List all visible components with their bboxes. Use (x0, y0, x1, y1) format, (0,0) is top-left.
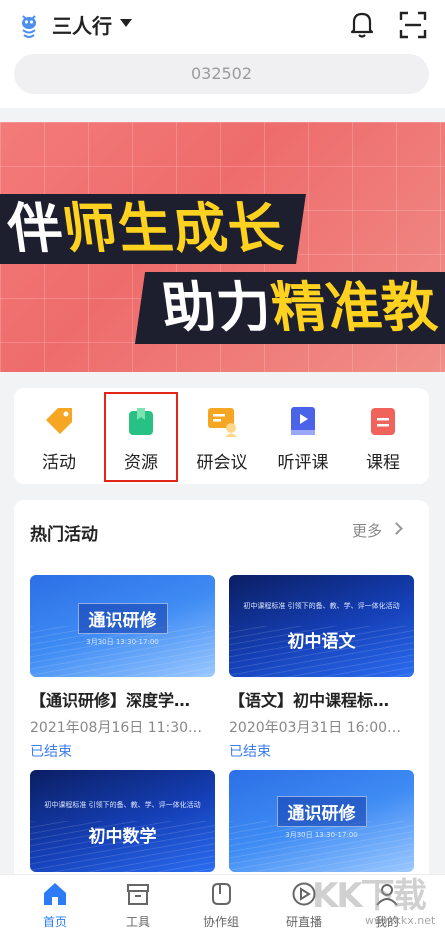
activity-card[interactable]: 初中课程标准 引领下的备、教、学、评一体化活动 初中语文 【语文】初中课程标… … (229, 575, 414, 761)
func-resource[interactable]: 资源 (104, 392, 178, 482)
more-link[interactable]: 更多 (352, 520, 382, 541)
activity-card[interactable]: 初中课程标准 引领下的备、教、学、评一体化活动 初中数学 (30, 770, 215, 872)
promo-banner[interactable]: 伴师生成长 助力精准教 (0, 122, 445, 372)
slogan-part: 师生成长 (58, 197, 288, 260)
status-badge: 已结束 (229, 744, 271, 760)
play-book-icon (291, 407, 315, 435)
card-thumbnail: 初中课程标准 引领下的备、教、学、评一体化活动 初中数学 (30, 770, 215, 872)
thumb-title: 通识研修 (276, 796, 367, 827)
func-label: 听评课 (277, 453, 329, 473)
hot-activities-section: 热门活动 更多 通识研修 3月30日 13:30-17:00 【通识研修】深度学… (14, 500, 429, 880)
toolbox-icon (127, 884, 149, 905)
section-title: 热门活动 (30, 525, 98, 545)
thumb-subtitle: 3月30日 13:30-17:00 (285, 831, 358, 839)
card-thumbnail: 通识研修 3月30日 13:30-17:00 (229, 770, 414, 872)
func-label: 课程 (366, 453, 400, 473)
card-thumbnail: 通识研修 3月30日 13:30-17:00 (30, 575, 215, 677)
card-date: 2020年03月31日 16:00… (229, 720, 402, 736)
tab-group[interactable]: 协作组 (186, 881, 256, 930)
tab-label: 协作组 (202, 915, 239, 929)
func-course[interactable]: 课程 (348, 404, 418, 473)
tab-home[interactable]: 首页 (20, 881, 90, 930)
func-lesson-review[interactable]: 听评课 (268, 404, 338, 473)
watermark-url: www.kkx.net (365, 914, 436, 927)
slogan-part: 助力 (157, 276, 277, 339)
thumb-title: 初中语文 (287, 632, 356, 652)
caret-down-icon[interactable] (120, 19, 132, 27)
app-logo-icon (22, 15, 36, 38)
banner-slogan-line1: 伴师生成长 (0, 194, 306, 264)
search-input[interactable]: 032502 (14, 54, 429, 94)
scan-icon[interactable] (398, 10, 428, 40)
home-icon (44, 883, 66, 905)
course-icon (371, 408, 395, 435)
thumb-subtitle: 初中课程标准 引领下的备、教、学、评一体化活动 (243, 602, 400, 610)
card-title: 【语文】初中课程标… (229, 691, 390, 710)
card-thumbnail: 初中课程标准 引领下的备、教、学、评一体化活动 初中语文 (229, 575, 414, 677)
banner-slogan-line2: 助力精准教 (134, 272, 445, 344)
bell-icon[interactable] (346, 8, 378, 40)
tab-label: 首页 (42, 915, 67, 929)
watermark-logo: KK下载 (312, 876, 427, 916)
thumb-title: 通识研修 (77, 603, 168, 634)
func-label: 活动 (42, 453, 76, 473)
tab-label: 工具 (125, 915, 150, 929)
tab-tools[interactable]: 工具 (103, 881, 173, 930)
slogan-part: 精准教 (267, 276, 442, 339)
card-date: 2021年08月16日 11:30… (30, 720, 203, 736)
card-title: 【通识研修】深度学… (30, 691, 191, 710)
slogan-part: 伴 (3, 197, 68, 260)
thumb-subtitle: 初中课程标准 引领下的备、教、学、评一体化活动 (44, 801, 201, 809)
folder-icon (129, 408, 153, 435)
team-switcher-title[interactable]: 三人行 (52, 10, 112, 39)
thumb-title: 初中数学 (88, 827, 157, 847)
status-badge: 已结束 (30, 744, 72, 760)
chevron-right-icon[interactable] (390, 522, 403, 535)
thumb-subtitle: 3月30日 13:30-17:00 (86, 638, 159, 646)
func-label: 研会议 (196, 453, 248, 473)
func-meeting[interactable]: 研会议 (187, 404, 257, 473)
activity-card[interactable]: 通识研修 3月30日 13:30-17:00 (229, 770, 414, 872)
tag-icon (46, 408, 72, 434)
meeting-icon (208, 408, 237, 437)
group-icon (212, 883, 231, 905)
func-activity[interactable]: 活动 (24, 404, 94, 473)
function-grid: 活动 资源 研会议 听评课 课程 (14, 388, 429, 484)
activity-card[interactable]: 通识研修 3月30日 13:30-17:00 【通识研修】深度学… 2021年0… (30, 575, 215, 761)
top-header: 三人行 032502 (0, 0, 445, 108)
func-label: 资源 (124, 453, 158, 473)
